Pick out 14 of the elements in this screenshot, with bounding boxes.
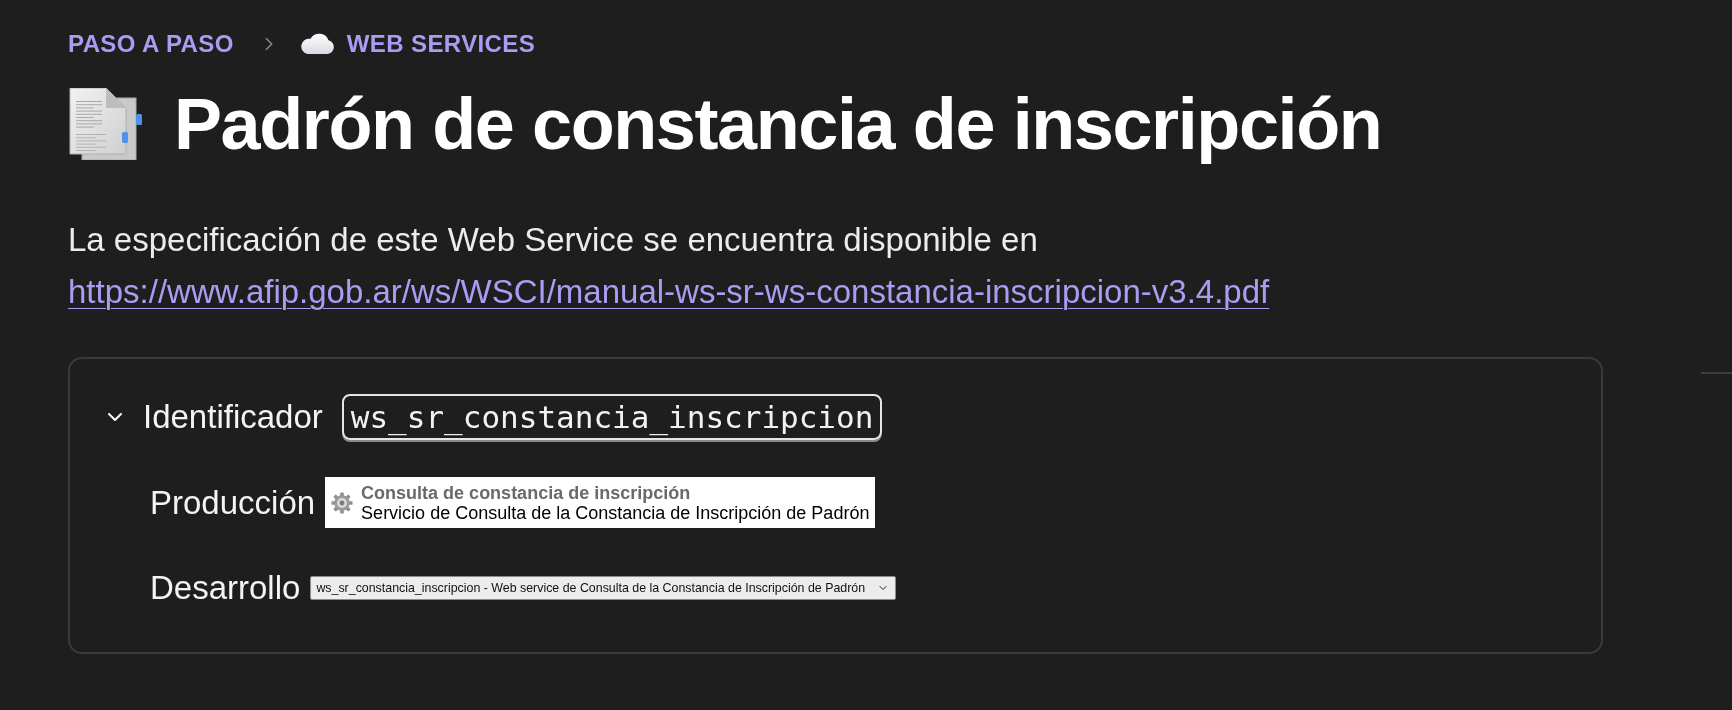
identifier-label: Identificador [143, 397, 323, 437]
page-title: Padrón de constancia de inscripción [174, 84, 1382, 164]
breadcrumb-link[interactable]: PASO A PASO [68, 29, 234, 59]
service-description: Servicio de Consulta de la Constancia de Inscripción de Padrón [361, 502, 870, 523]
service-title: Consulta de constancia de inscripción [361, 482, 692, 503]
breadcrumb-link[interactable]: WEB SERVICES [346, 29, 536, 59]
document-icon [68, 88, 142, 160]
gear-icon [331, 491, 354, 514]
identifier-code: ws_sr_constancia_inscripcion [341, 394, 883, 440]
service-dropdown[interactable]: ws_sr_constancia_inscripcion - Web service de Consulta de la Constancia de Inscripción de Padrón [310, 576, 897, 600]
environment-label: Producción [150, 482, 316, 523]
environment-label: Desarrollo [150, 568, 301, 608]
pdf-link[interactable]: https://www.afip.gob.ar/ws/WSCI/manual-ws-sr-ws-constancia-inscripcion-v3.4.pdf [68, 273, 1270, 310]
intro-paragraph: La especificación de este Web Service se encuentra disponible en https://www.afip.gob.ar/ws/WSCI/manual-ws-sr-ws-constancia-inscripcion-v3.4.pdf [68, 220, 1271, 312]
